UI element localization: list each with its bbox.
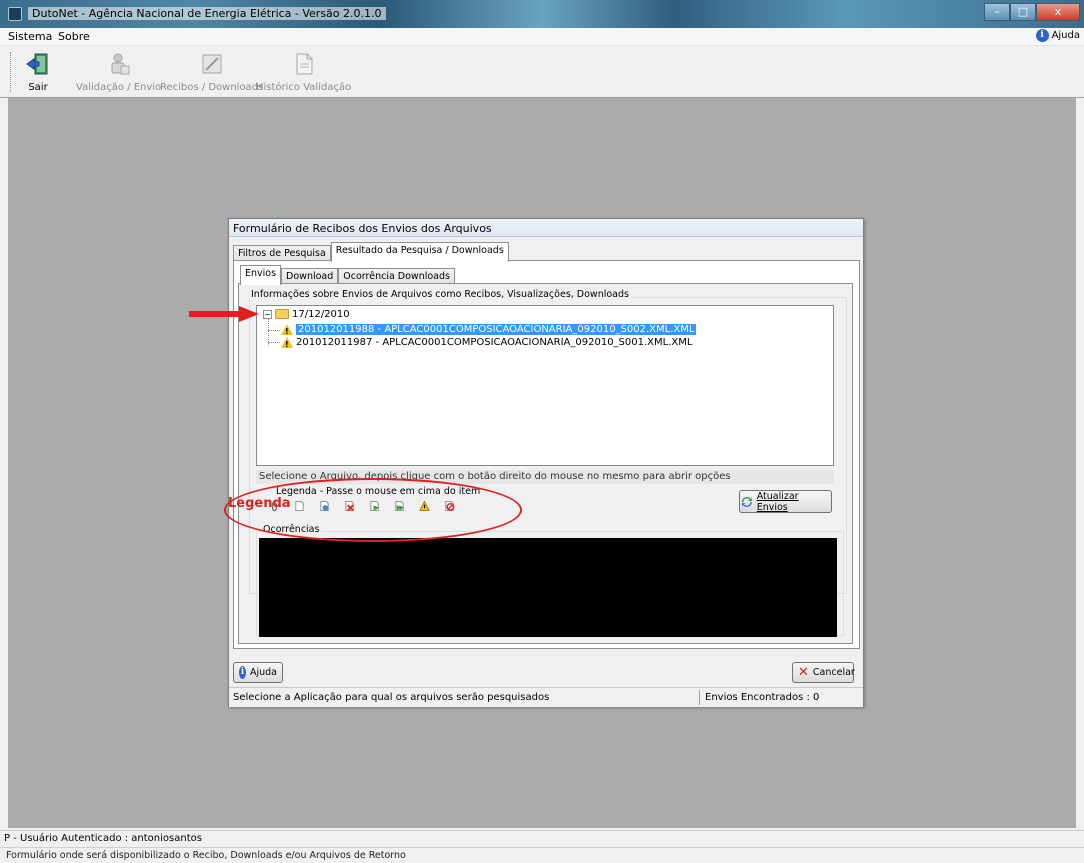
exit-door-icon — [26, 53, 48, 75]
inner-tabs: Envios Download Ocorrência Downloads — [240, 265, 455, 285]
info-icon: i — [239, 666, 246, 679]
receipts-downloads-button[interactable]: Recibos / Downloads — [160, 52, 263, 93]
folder-open-icon — [275, 309, 289, 319]
validation-history-button[interactable]: Histórico Validação — [256, 52, 351, 93]
tab-envios[interactable]: Envios — [240, 265, 282, 285]
tree-guide-line — [268, 330, 280, 331]
exit-button[interactable]: Sair — [26, 52, 50, 93]
envios-panel: Informações sobre Envios de Arquivos com… — [238, 283, 853, 644]
warning-icon — [281, 336, 293, 351]
update-envios-label: Atualizar Envios — [756, 490, 799, 513]
tree-node-date[interactable]: − 17/12/2010 — [263, 308, 350, 321]
form-description-bar: Formulário onde será disponibilizado o R… — [0, 847, 1084, 863]
validation-history-label: Histórico Validação — [256, 82, 352, 93]
exit-label: Sair — [28, 82, 48, 93]
help-button[interactable]: i Ajuda — [233, 662, 283, 683]
cancel-button-label: Cancelar — [812, 667, 855, 678]
validation-send-button[interactable]: Validação / Envio — [76, 52, 161, 93]
dialog-status-bar: Selecione a Aplicação para qual os arqui… — [229, 687, 863, 707]
app-icon — [8, 7, 22, 21]
info-icon: i — [1035, 29, 1049, 42]
file-name-selected: 201012011988 - APLCAC0001COMPOSICAOACION… — [296, 324, 697, 335]
tree-node-file[interactable]: 201012011988 - APLCAC0001COMPOSICAOACION… — [281, 323, 697, 338]
warning-icon — [281, 323, 293, 338]
date-node-label: 17/12/2010 — [292, 309, 350, 320]
menu-bar: Sistema Sobre i Ajuda — [0, 28, 1084, 46]
file-name: 201012011987 - APLCAC0001COMPOSICAOACION… — [296, 337, 693, 348]
outer-tabs: Filtros de Pesquisa Resultado da Pesquis… — [233, 242, 509, 262]
auth-status-bar: P - Usuário Autenticado : antoniosantos — [0, 830, 1084, 846]
update-envios-button[interactable]: Atualizar Envios — [739, 490, 832, 513]
toolbar-grip[interactable] — [10, 52, 13, 92]
receipts-downloads-label: Recibos / Downloads — [160, 82, 264, 93]
help-menu-label: Ajuda — [1051, 30, 1080, 41]
cancel-button[interactable]: ✕ Cancelar — [792, 662, 855, 683]
envios-group-label: Informações sobre Envios de Arquivos com… — [249, 289, 631, 300]
help-menu-button[interactable]: i Ajuda — [1035, 29, 1080, 42]
envios-count: Envios Encontrados : 0 — [705, 692, 820, 703]
validation-send-label: Validação / Envio — [76, 82, 162, 93]
collapse-icon[interactable]: − — [263, 309, 272, 319]
window-title: DutoNet - Agência Nacional de Energia El… — [28, 7, 386, 20]
menu-sistema[interactable]: Sistema — [8, 30, 52, 43]
receipts-dialog: Formulário de Recibos dos Envios dos Arq… — [228, 218, 864, 707]
files-tree[interactable]: − 17/12/2010 201012011988 - APLCAC0001COM… — [256, 305, 834, 466]
menu-sobre[interactable]: Sobre — [58, 30, 90, 43]
dialog-status-message: Selecione a Aplicação para qual os arqui… — [233, 692, 550, 703]
user-validate-icon — [111, 53, 130, 75]
tree-node-file[interactable]: 201012011987 - APLCAC0001COMPOSICAOACION… — [281, 336, 693, 351]
minimize-button[interactable]: – — [984, 3, 1010, 21]
window-controls: – □ x — [984, 3, 1080, 21]
dialog-title: Formulário de Recibos dos Envios dos Arq… — [229, 219, 863, 237]
close-button[interactable]: x — [1036, 3, 1080, 21]
tab-search-results[interactable]: Resultado da Pesquisa / Downloads — [330, 242, 509, 262]
search-results-panel: Envios Download Ocorrência Downloads Inf… — [233, 260, 860, 649]
tree-guide-line — [268, 342, 280, 343]
occurrences-output[interactable] — [259, 538, 837, 637]
help-button-label: Ajuda — [249, 667, 277, 678]
status-separator — [699, 690, 700, 705]
history-document-icon — [296, 53, 313, 75]
toolbar: Sair Validação / Envio Recibos / Downloa… — [0, 46, 1084, 98]
receipt-pen-icon — [202, 54, 222, 74]
refresh-arrows-icon — [741, 496, 752, 507]
title-bar: DutoNet - Agência Nacional de Energia El… — [0, 0, 1084, 28]
red-arrow-annotation — [189, 306, 259, 322]
cancel-x-icon: ✕ — [798, 664, 809, 680]
maximize-button[interactable]: □ — [1010, 3, 1036, 21]
legend-callout-text: Legenda — [228, 496, 291, 511]
